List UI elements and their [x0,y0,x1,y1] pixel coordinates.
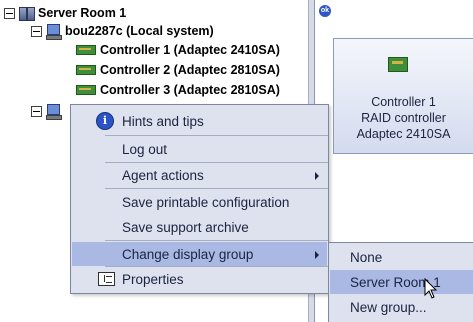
tree-node-label: bou2287c (Local system) [65,24,214,38]
controller-card[interactable]: Controller 1 RAID controller Adaptec 241… [333,38,473,154]
menu-item-save-printable[interactable]: Save printable configuration [72,190,327,214]
controller-card-icon [76,45,96,55]
menu-separator [105,240,328,241]
display-group-submenu: None Server Room 1 New group... [328,242,473,322]
submenu-arrow-icon [315,251,319,259]
menu-item-properties[interactable]: Properties [72,267,327,291]
collapse-icon[interactable] [31,105,42,117]
menu-item-change-display-group[interactable]: Change display group [72,242,327,266]
menu-item-label: Properties [122,271,184,287]
controller-card-icon [76,65,96,75]
submenu-item-new-group[interactable]: New group... [330,295,473,319]
submenu-item-server-room[interactable]: Server Room 1 [330,270,473,294]
tree-node-controller-1[interactable]: Controller 1 (Adaptec 2410SA) [76,41,280,59]
submenu-arrow-icon [315,172,319,180]
menu-item-label: Save printable configuration [122,194,290,210]
tree-node-label: Controller 3 (Adaptec 2810SA) [100,83,280,97]
context-menu: i Hints and tips Log out Agent actions S… [70,104,329,294]
menu-item-label: Log out [122,141,168,157]
submenu-item-none[interactable]: None [330,245,473,269]
computer-icon [46,23,62,40]
menu-separator [105,188,328,189]
menu-item-label: Save support archive [122,219,249,235]
controller-card-icon [388,57,408,72]
menu-item-label: Hints and tips [122,113,204,129]
tree-node-system[interactable]: bou2287c (Local system) [31,22,214,40]
collapse-icon[interactable] [4,7,15,19]
menu-item-log-out[interactable]: Log out [72,137,327,161]
status-ok-icon: ok [319,5,331,17]
collapse-icon[interactable] [31,25,42,37]
menu-item-agent-actions[interactable]: Agent actions [72,163,327,187]
tree-node-label: Controller 1 (Adaptec 2410SA) [100,43,280,57]
server-room-icon [19,6,35,21]
controller-card-icon [76,85,96,95]
menu-separator [105,135,328,136]
tree-node-label: Server Room 1 [38,6,127,20]
tree-node-server-room[interactable]: Server Room 1 [4,4,126,22]
submenu-item-label: New group... [350,299,427,315]
tree-node-controller-3[interactable]: Controller 3 (Adaptec 2810SA) [76,81,280,99]
properties-icon [98,272,115,286]
submenu-item-label: None [350,249,383,265]
computer-icon [46,103,62,120]
tree-node-label: Controller 2 (Adaptec 2810SA) [100,63,280,77]
info-icon: i [96,112,114,130]
card-line-name: Controller 1 [371,95,436,109]
tree-node-system-2[interactable] [31,102,65,120]
mouse-pointer-icon [424,278,438,299]
menu-item-label: Agent actions [122,167,204,183]
card-line-model: Adaptec 2410SA [356,127,451,141]
menu-item-save-support-archive[interactable]: Save support archive [72,215,327,239]
tree-node-controller-2[interactable]: Controller 2 (Adaptec 2810SA) [76,61,280,79]
menu-item-label: Change display group [122,246,254,262]
menu-item-hints[interactable]: i Hints and tips [72,109,327,133]
card-line-type: RAID controller [361,111,446,125]
